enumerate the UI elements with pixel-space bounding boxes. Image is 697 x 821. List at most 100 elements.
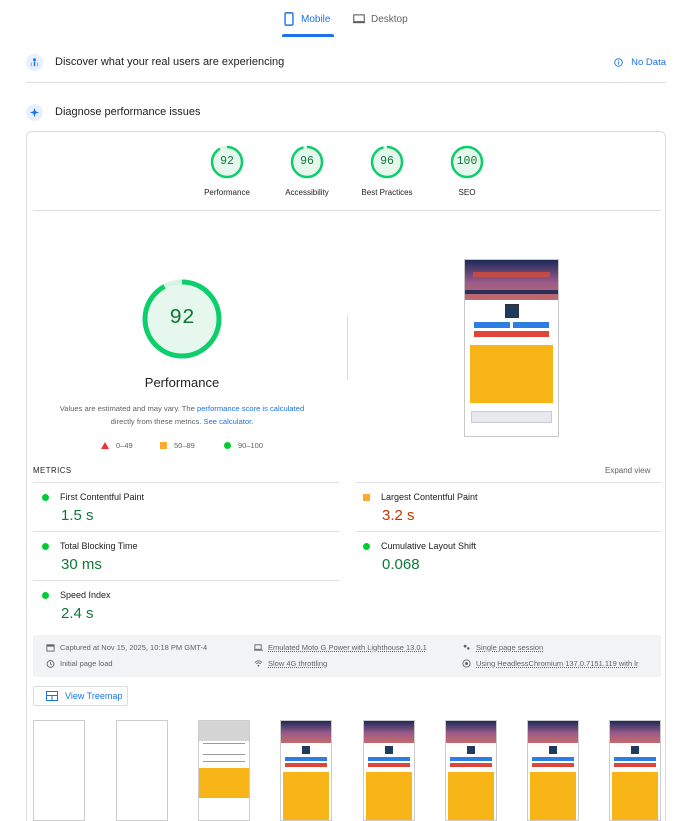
section-divider: [26, 82, 666, 83]
category-gauges: 92 Performance 96 Accessibility 96 Best …: [0, 145, 697, 203]
run-load: Initial page load: [46, 659, 113, 668]
device-text: Emulated Moto G Power with Lighthouse 13…: [268, 643, 427, 652]
no-data-label: No Data: [631, 56, 666, 68]
filmstrip-frame: [33, 720, 85, 821]
run-device[interactable]: Emulated Moto G Power with Lighthouse 13…: [254, 643, 427, 652]
run-browser[interactable]: Using HeadlessChromium 137.0.7151.119 wi…: [462, 659, 638, 668]
info-icon: [614, 57, 623, 67]
gauge-label: SEO: [458, 188, 476, 197]
main-score-label: Performance: [144, 375, 220, 390]
wifi-icon: [254, 660, 263, 667]
filmstrip-frame: [609, 720, 661, 821]
metric-divider: [356, 531, 661, 532]
view-treemap-button[interactable]: View Treemap: [33, 686, 128, 706]
filmstrip-frame: [445, 720, 497, 821]
metric-si: Speed Index 2.4 s: [42, 590, 342, 622]
phone-icon: [284, 12, 294, 26]
metric-tbt: Total Blocking Time 30 ms: [42, 541, 342, 573]
good-circle-icon: [363, 542, 370, 550]
filmstrip-frame: [280, 720, 332, 821]
run-captured: Captured at Nov 15, 2025, 10:18 PM GMT-4: [46, 643, 207, 652]
gauge-seo[interactable]: 100 SEO: [427, 145, 507, 197]
performance-score-link[interactable]: performance score is calculated: [197, 404, 304, 413]
gauge-best-practices[interactable]: 96 Best Practices: [347, 145, 427, 197]
legend-good-label: 90–100: [238, 440, 264, 450]
gauge-score: 96: [380, 155, 394, 168]
tab-mobile[interactable]: Mobile: [283, 0, 333, 38]
screenshot-logo: [504, 304, 519, 318]
browser-text: Using HeadlessChromium 137.0.7151.119 wi…: [476, 659, 639, 668]
legend-average: 50–89: [160, 440, 195, 450]
people-icon: [463, 644, 470, 650]
legend-average-label: 50–89: [174, 440, 195, 450]
metric-label: Largest Contentful Paint: [381, 492, 478, 502]
filmstrip-frame: [527, 720, 579, 821]
filmstrip-frame: [116, 720, 168, 821]
session-text: Single page session: [476, 643, 544, 652]
metric-divider: [33, 580, 339, 581]
circle-icon: [224, 441, 231, 449]
vertical-divider: [347, 315, 348, 380]
gauge-label: Performance: [204, 188, 250, 197]
diagnose-section: Diagnose performance issues: [26, 98, 666, 126]
gauge-label: Best Practices: [361, 188, 413, 197]
load-text: Initial page load: [60, 659, 113, 668]
metric-value: 3.2 s: [382, 507, 415, 524]
metric-value: 30 ms: [61, 556, 102, 573]
average-square-icon: [363, 493, 370, 501]
gauge-performance[interactable]: 92 Performance: [187, 145, 267, 197]
metric-cls: Cumulative Layout Shift 0.068: [363, 541, 663, 573]
good-circle-icon: [42, 591, 49, 599]
gauges-divider: [33, 210, 661, 211]
treemap-icon: [46, 691, 58, 701]
tab-desktop[interactable]: Desktop: [353, 0, 423, 38]
main-score: 92: [169, 307, 195, 330]
timer-icon: [46, 660, 55, 668]
metric-divider: [356, 482, 661, 483]
metric-label: Cumulative Layout Shift: [381, 541, 477, 551]
note-text-2: directly from these metrics.: [110, 417, 204, 426]
tab-desktop-label: Desktop: [371, 13, 408, 25]
screenshot-buttons: [465, 322, 558, 328]
legend-good: 90–100: [224, 440, 263, 450]
filmstrip-frame: [198, 720, 250, 821]
metric-label: First Contentful Paint: [60, 492, 145, 502]
lighthouse-icon: [26, 103, 43, 121]
legend-poor-label: 0–49: [116, 440, 133, 450]
filmstrip-frame: [363, 720, 415, 821]
captured-text: Captured at Nov 15, 2025, 10:18 PM GMT-4: [60, 643, 208, 652]
gauge-score: 100: [456, 155, 478, 168]
no-data-indicator[interactable]: No Data: [614, 48, 666, 76]
final-screenshot[interactable]: [464, 259, 559, 437]
metric-divider: [33, 482, 339, 483]
metric-label: Speed Index: [60, 590, 111, 600]
metric-lcp: Largest Contentful Paint 3.2 s: [363, 492, 663, 524]
treemap-label: View Treemap: [65, 691, 123, 701]
device-icon: [254, 644, 263, 651]
monitor-icon: [353, 14, 365, 24]
users-icon: [26, 53, 43, 71]
gauge-score: 96: [300, 155, 314, 168]
triangle-icon: [101, 441, 109, 449]
run-info-panel: [33, 635, 661, 677]
good-circle-icon: [42, 493, 49, 501]
screenshot-header: [465, 260, 558, 300]
run-throttle[interactable]: Slow 4G throttling: [254, 659, 327, 668]
gauge-score: 92: [220, 155, 234, 168]
screenshot-text-block: [470, 345, 553, 403]
active-tab-indicator: [282, 34, 334, 37]
metric-divider: [33, 531, 339, 532]
run-session[interactable]: Single page session: [462, 643, 543, 652]
metric-value: 0.068: [382, 556, 420, 573]
calculator-link[interactable]: See calculator.: [204, 417, 254, 426]
metric-value: 2.4 s: [61, 605, 94, 622]
good-circle-icon: [42, 542, 49, 550]
legend-poor: 0–49: [101, 440, 133, 450]
gauge-accessibility[interactable]: 96 Accessibility: [267, 145, 347, 197]
field-data-title: Discover what your real users are experi…: [55, 56, 285, 68]
expand-view-toggle[interactable]: Expand view: [605, 466, 650, 475]
device-tabs: Mobile Desktop: [0, 0, 697, 38]
gauge-label: Accessibility: [285, 188, 329, 197]
performance-main-gauge: 92: [141, 278, 223, 360]
screenshot-red-bar: [474, 331, 549, 337]
